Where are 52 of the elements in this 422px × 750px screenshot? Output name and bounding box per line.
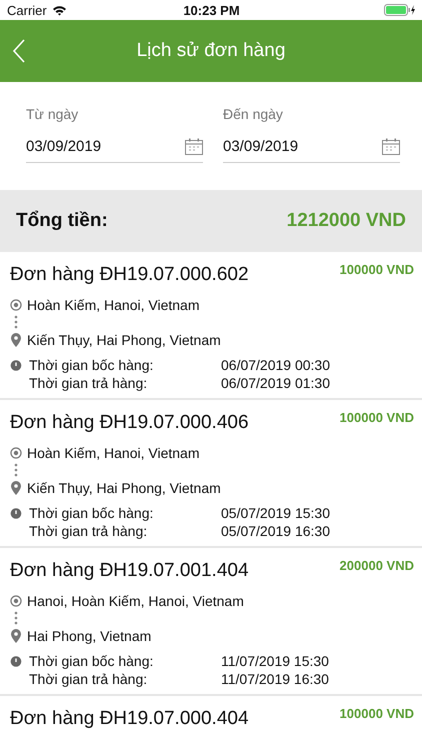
date-label: Đến ngày [223,106,284,122]
origin-address: Hoàn Kiếm, Hanoi, Vietnam [27,297,200,313]
destination-address: Kiến Thụy, Hai Phong, Vietnam [27,480,221,496]
route-dots-icon [13,611,19,627]
origin-address: Hanoi, Hoàn Kiếm, Hanoi, Vietnam [27,593,244,609]
location-pin-icon [10,629,22,643]
page-title: Lịch sử đơn hàng [136,40,286,62]
calendar-icon [185,138,203,154]
location-pin-icon [10,481,22,495]
chevron-left-icon [12,39,26,63]
clock-time: 10:23 PM [183,2,240,18]
wifi-icon [52,4,67,16]
time-label: Thời gian bốc hàng: [29,653,154,669]
time-label: Thời gian trả hàng: [29,671,148,687]
route-dots-icon [13,315,19,331]
time-label: Thời gian bốc hàng: [29,357,154,373]
date-field[interactable]: 03/09/2019 [26,130,203,163]
time-label: Thời gian trả hàng: [29,375,148,391]
time-value: 11/07/2019 15:30 [221,653,330,669]
carrier-label: Carrier [7,2,47,18]
origin-icon [10,595,22,607]
order-title: Đơn hàng ĐH19.07.000.404 [10,708,249,730]
clock-icon [10,359,22,371]
calendar-icon [382,138,400,154]
clock-icon [10,507,22,519]
origin-icon [10,299,22,311]
origin-icon [10,447,22,459]
order-price: 200000 VND [340,558,414,573]
order-price: 100000 VND [340,410,414,425]
origin-address: Hoàn Kiếm, Hanoi, Vietnam [27,445,200,461]
date-label: Từ ngày [26,106,80,122]
total-label: Tổng tiền: [16,210,108,232]
route-dots-icon [13,463,19,479]
order-price: 100000 VND [340,262,414,277]
clock-icon [10,655,22,667]
time-label: Thời gian trả hàng: [29,523,148,539]
order-price: 100000 VND [340,706,414,721]
destination-address: Hai Phong, Vietnam [27,628,152,644]
order-title: Đơn hàng ĐH19.07.001.404 [10,560,249,582]
time-label: Thời gian bốc hàng: [29,505,154,521]
battery-icon [384,4,416,16]
destination-address: Kiến Thụy, Hai Phong, Vietnam [27,332,221,348]
order-title: Đơn hàng ĐH19.07.000.406 [10,412,249,434]
location-pin-icon [10,333,22,347]
order-title: Đơn hàng ĐH19.07.000.602 [10,264,249,286]
total-amount: 1212000 VND [286,210,406,232]
time-value: 05/07/2019 15:30 [221,505,331,521]
time-value: 05/07/2019 16:30 [221,523,331,539]
time-value: 06/07/2019 01:30 [221,375,331,391]
time-value: 11/07/2019 16:30 [221,671,330,687]
time-value: 06/07/2019 00:30 [221,357,331,373]
date-field[interactable]: 03/09/2019 [223,130,400,163]
